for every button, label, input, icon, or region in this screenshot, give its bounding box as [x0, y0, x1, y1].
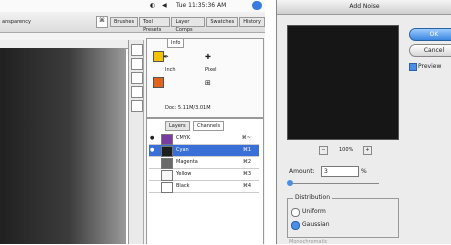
photoshop-window: ◐ ◀ Tue 11:35:36 AM ansparency ⌘ Brushes…	[0, 0, 265, 244]
monochromatic-checkbox-label[interactable]: Monochromatic	[289, 239, 328, 245]
channel-row[interactable]: Black ⌘4	[149, 181, 259, 193]
info-row-value: Pixel	[205, 67, 217, 73]
battery-icon: ◐	[150, 2, 156, 9]
channel-shortcut: ⌘2	[242, 159, 251, 165]
channel-thumbnail	[161, 146, 173, 157]
options-label: ansparency	[2, 19, 31, 25]
volume-icon: ◀	[162, 2, 167, 9]
tab-layers[interactable]: Layers	[165, 121, 190, 131]
channel-row[interactable]: Magenta ⌘2	[149, 157, 259, 169]
channel-thumbnail	[161, 158, 173, 169]
background-color-swatch[interactable]	[153, 77, 164, 88]
doc-size: Doc: 5.11M/3.01M	[165, 105, 211, 111]
info-palette: Info ✒ Inch Pixel ✚ ⊞ Doc: 5.11M/3.01M	[146, 38, 264, 118]
crosshair-icon: ✚	[205, 53, 211, 61]
eye-icon[interactable]: ●	[150, 133, 154, 144]
eye-icon[interactable]: ●	[150, 145, 154, 156]
palette-tab-layer-comps[interactable]: Layer Comps	[171, 17, 206, 33]
eraser-tool-icon[interactable]	[131, 100, 143, 112]
preview-checkbox[interactable]	[409, 63, 417, 71]
size-icon: ⊞	[205, 79, 211, 87]
amount-slider-track[interactable]	[289, 183, 379, 184]
tab-info[interactable]: Info	[167, 38, 185, 48]
palette-tab-brushes[interactable]: Brushes	[110, 17, 139, 27]
zoom-in-icon[interactable]: +	[363, 146, 372, 155]
channel-row[interactable]: Yellow ⌘3	[149, 169, 259, 181]
amount-slider-handle[interactable]	[287, 180, 293, 186]
ok-button[interactable]: OK	[409, 28, 451, 41]
channel-thumbnail	[161, 182, 173, 193]
channel-name: CMYK	[176, 135, 191, 141]
amount-input[interactable]: 3	[321, 166, 359, 177]
channel-thumbnail	[161, 134, 173, 145]
channel-shortcut: ⌘1	[242, 147, 251, 153]
channel-thumbnail	[161, 170, 173, 181]
brush-tool-icon[interactable]	[131, 86, 143, 98]
options-bar: ansparency ⌘ Brushes Tool Presets Layer …	[0, 12, 265, 33]
preview-label: Preview	[418, 63, 442, 70]
channel-name: Yellow	[176, 171, 192, 177]
filter-preview[interactable]	[287, 25, 399, 140]
amount-unit: %	[361, 168, 367, 175]
distribution-label: Distribution	[293, 194, 333, 201]
info-row-label: Inch	[165, 67, 176, 73]
palette-well-icon[interactable]: ⌘	[96, 16, 108, 28]
channel-row-selected[interactable]: ● Cyan ⌘1	[149, 145, 259, 157]
palette-tab-tool-presets[interactable]: Tool Presets	[139, 17, 171, 33]
channel-name: Magenta	[176, 159, 198, 165]
uniform-radio[interactable]	[291, 208, 300, 217]
menu-clock: Tue 11:35:36 AM	[176, 2, 227, 9]
image-canvas[interactable]	[0, 48, 126, 244]
channels-palette: Layers Channels ● CMYK ⌘~ ● Cyan ⌘1 Mage…	[146, 118, 264, 244]
lasso-tool-icon[interactable]	[131, 72, 143, 84]
marquee-tool-icon[interactable]	[131, 58, 143, 70]
dialog-title: Add Noise	[277, 0, 451, 15]
channel-shortcut: ⌘4	[242, 183, 251, 189]
add-noise-dialog: Add Noise OK Cancel Preview − 100% + Amo…	[276, 0, 451, 245]
channel-shortcut: ⌘~	[241, 135, 251, 141]
zoom-out-icon[interactable]: −	[319, 146, 328, 155]
cancel-button[interactable]: Cancel	[409, 44, 451, 57]
gaussian-radio[interactable]	[291, 221, 300, 230]
eyedropper-icon: ✒	[163, 53, 169, 61]
channel-name: Black	[176, 183, 190, 189]
tool-strip	[129, 40, 144, 244]
palette-well: Brushes Tool Presets Layer Comps Swatche…	[110, 17, 265, 33]
channel-shortcut: ⌘3	[242, 171, 251, 177]
palette-tab-history[interactable]: History	[239, 17, 265, 27]
tab-channels[interactable]: Channels	[193, 121, 225, 131]
channel-name: Cyan	[176, 147, 189, 153]
palette-tab-swatches[interactable]: Swatches	[206, 17, 239, 27]
channel-row[interactable]: ● CMYK ⌘~	[149, 133, 259, 145]
zoom-level: 100%	[339, 147, 354, 153]
uniform-label: Uniform	[302, 208, 326, 215]
move-tool-icon[interactable]	[131, 44, 143, 56]
amount-label: Amount:	[289, 168, 315, 175]
distribution-group	[287, 198, 399, 238]
gaussian-label: Gaussian	[302, 221, 330, 228]
channel-list: ● CMYK ⌘~ ● Cyan ⌘1 Magenta ⌘2 Yellow ⌘3	[147, 133, 263, 233]
spotlight-icon[interactable]	[252, 1, 262, 10]
